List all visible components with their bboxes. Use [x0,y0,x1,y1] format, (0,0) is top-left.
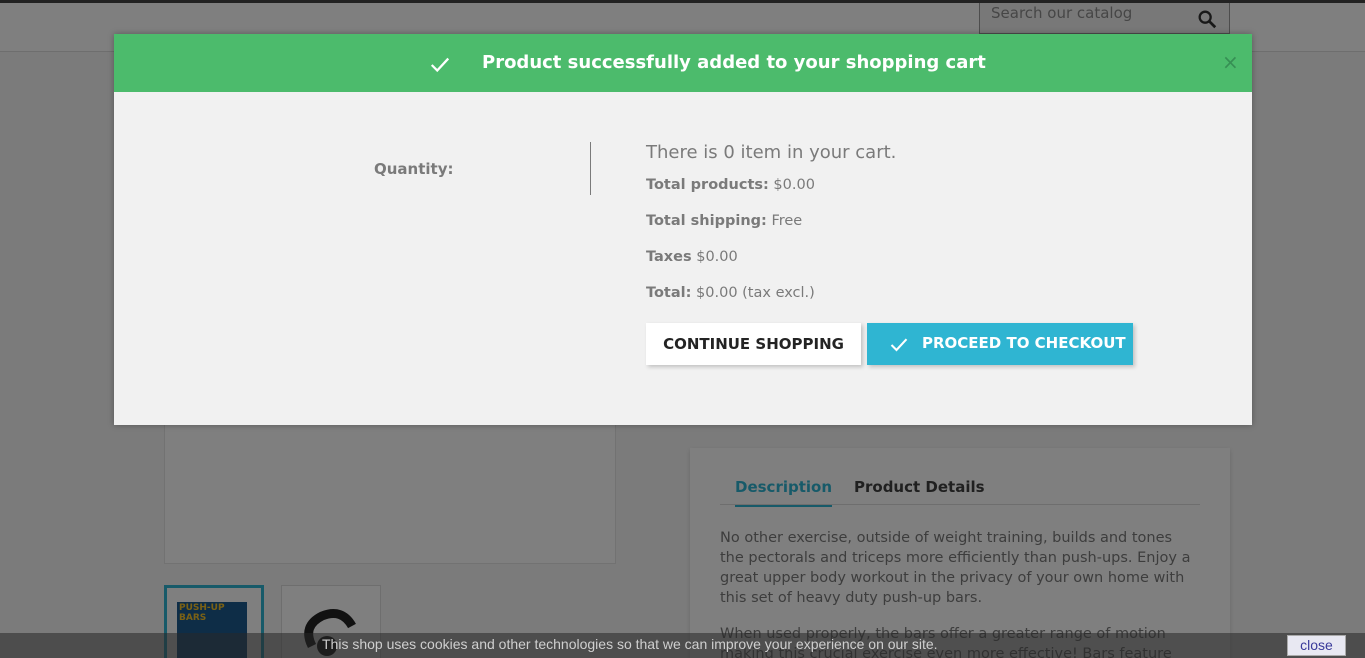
total-products-label: Total products: [646,177,769,193]
cookie-banner: This shop uses cookies and other technol… [0,633,1365,658]
total-row: Total: $0.00 (tax excl.) [646,285,896,321]
total-shipping-label: Total shipping: [646,213,767,229]
continue-shopping-button[interactable]: CONTINUE SHOPPING [646,323,861,365]
cookie-close-button[interactable]: close [1287,635,1346,656]
cart-count-text: There is 0 item in your cart. [646,142,897,163]
proceed-to-checkout-button[interactable]: PROCEED TO CHECKOUT [867,323,1133,365]
checkout-label: PROCEED TO CHECKOUT [922,334,1126,352]
modal-header: Product successfully added to your shopp… [114,34,1252,92]
vertical-divider [590,142,591,195]
close-icon[interactable]: × [1222,50,1239,74]
taxes-row: Taxes $0.00 [646,249,896,285]
total-shipping-value: Free [771,213,803,229]
check-icon [430,57,450,73]
taxes-value: $0.00 [696,249,738,265]
quantity-label: Quantity: [374,160,454,178]
total-label: Total: [646,285,692,301]
modal-title: Product successfully added to your shopp… [482,52,986,73]
total-shipping-row: Total shipping: Free [646,213,896,249]
add-to-cart-modal: Product successfully added to your shopp… [114,34,1252,425]
cookie-message: This shop uses cookies and other technol… [322,636,938,652]
total-value: $0.00 (tax excl.) [696,285,815,301]
taxes-label: Taxes [646,249,692,265]
total-products-value: $0.00 [773,177,815,193]
check-icon [890,338,908,352]
cart-summary: There is 0 item in your cart. Total prod… [646,142,896,321]
total-products-row: Total products: $0.00 [646,177,896,213]
